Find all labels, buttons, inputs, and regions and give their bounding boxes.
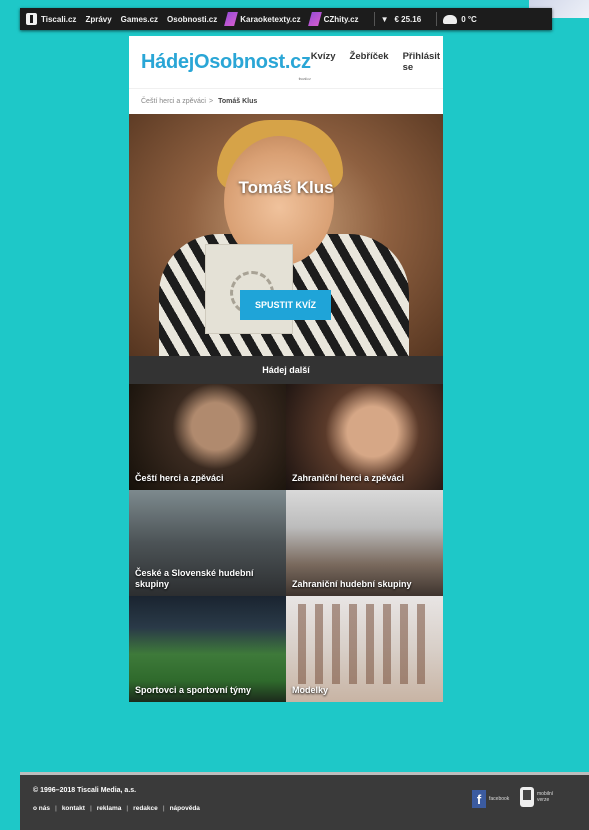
topbar-link-karaoketexty[interactable]: Karaoketexty.cz (240, 15, 300, 24)
new-tag-icon (224, 12, 239, 26)
footer-link-about[interactable]: o nás (33, 805, 50, 812)
divider: | (89, 805, 92, 812)
category-label: Čeští herci a zpěváci (135, 473, 224, 483)
divider (436, 12, 438, 26)
tiscali-logo-icon[interactable] (26, 13, 37, 25)
divider (373, 12, 375, 26)
main-card: HádejOsobnost.cz tiscali.cz Kvízy Žebříč… (129, 36, 443, 702)
facebook-icon: f (472, 790, 486, 808)
footer-links: o nás | kontakt | reklama | redakce | ná… (33, 805, 200, 812)
mobile-version-link[interactable]: mobilní verze (520, 787, 559, 807)
copyright-text: © 1996–2018 Tiscali Media, a.s. (33, 787, 137, 794)
nav-zebricek[interactable]: Žebříček (350, 51, 389, 73)
footer-link-ads[interactable]: reklama (97, 805, 122, 812)
footer-link-contact[interactable]: kontakt (62, 805, 85, 812)
category-tile-czech-actors[interactable]: Čeští herci a zpěváci (129, 384, 286, 490)
topbar-link-zpravy[interactable]: Zprávy (85, 15, 111, 24)
category-tile-foreign-actors[interactable]: Zahraniční herci a zpěváci (286, 384, 443, 490)
category-label: Zahraniční herci a zpěváci (292, 473, 405, 483)
category-label: České a Slovenské hudební skupiny (135, 568, 254, 589)
category-tile-czech-bands[interactable]: České a Slovenské hudební skupiny (129, 490, 286, 596)
hero-photo-cd (205, 244, 293, 334)
breadcrumb: Čeští herci a zpěváci > Tomáš Klus (129, 88, 443, 114)
cloud-icon (443, 14, 458, 24)
site-footer: © 1996–2018 Tiscali Media, a.s. o nás | … (20, 772, 589, 830)
nav-login[interactable]: Přihlásit se (403, 51, 441, 73)
mobile-version-label: mobilní verze (537, 791, 554, 803)
start-quiz-button[interactable]: SPUSTIT KVÍZ (240, 290, 331, 320)
category-tile-models[interactable]: Modelky (286, 596, 443, 702)
weather-temperature[interactable]: 0 °C (461, 15, 477, 24)
footer-link-help[interactable]: nápověda (170, 805, 200, 812)
divider: | (54, 805, 57, 812)
site-logo-text: HádejOsobnost.cz (141, 50, 311, 73)
topbar-link-tiscali[interactable]: Tiscali.cz (41, 15, 76, 24)
top-bar: Tiscali.cz Zprávy Games.cz Osobnosti.cz … (20, 8, 552, 30)
topbar-link-osobnosti[interactable]: Osobnosti.cz (167, 15, 217, 24)
breadcrumb-current: Tomáš Klus (218, 98, 258, 105)
trend-down-icon: ▼ (380, 14, 389, 24)
category-tile-sports[interactable]: Sportovci a sportovní týmy (129, 596, 286, 702)
mobile-phone-icon (520, 787, 534, 807)
category-label: Zahraniční hudební skupiny (292, 579, 412, 589)
next-heading: Hádej další (129, 356, 443, 384)
footer-link-editorial[interactable]: redakce (133, 805, 158, 812)
nav-kvizy[interactable]: Kvízy (311, 51, 336, 73)
facebook-label: facebook (489, 796, 510, 802)
models-photo (298, 604, 431, 684)
site-logo[interactable]: HádejOsobnost.cz tiscali.cz (141, 50, 311, 81)
topbar-link-games[interactable]: Games.cz (121, 15, 158, 24)
new-tag-icon (307, 12, 322, 26)
breadcrumb-parent[interactable]: Čeští herci a zpěváci (141, 98, 206, 105)
category-tile-foreign-bands[interactable]: Zahraniční hudební skupiny (286, 490, 443, 596)
main-nav: Kvízy Žebříček Přihlásit se (311, 51, 452, 73)
category-grid: Čeští herci a zpěváci Zahraniční herci a… (129, 384, 443, 702)
hero-banner: Tomáš Klus SPUSTIT KVÍZ (129, 114, 443, 356)
site-logo-sub: tiscali.cz (298, 75, 311, 81)
category-label: Modelky (292, 685, 329, 695)
currency-rate[interactable]: € 25.16 (394, 15, 421, 24)
divider: | (126, 805, 129, 812)
site-header: HádejOsobnost.cz tiscali.cz Kvízy Žebříč… (129, 36, 443, 88)
divider: | (162, 805, 165, 812)
category-label: Sportovci a sportovní týmy (135, 685, 252, 695)
celebrity-name: Tomáš Klus (238, 178, 334, 197)
breadcrumb-separator: > (208, 98, 214, 105)
topbar-link-czhity[interactable]: CZhity.cz (324, 15, 359, 24)
facebook-link[interactable]: f facebook (472, 790, 509, 808)
